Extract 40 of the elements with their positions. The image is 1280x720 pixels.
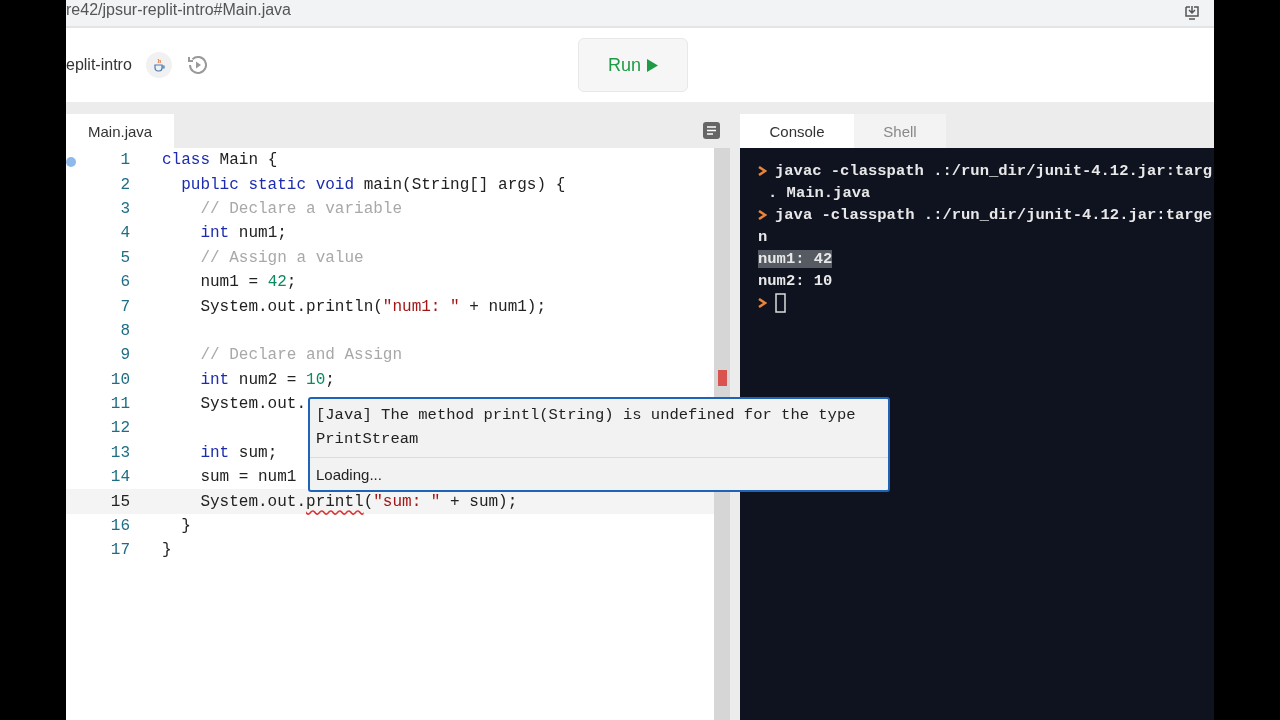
code-line: System.out.println("num1: " + num1); xyxy=(199,297,547,316)
error-message: [Java] The method printl(String) is undefined for the type PrintStream xyxy=(310,399,888,458)
code-line: int sum; xyxy=(199,443,278,462)
code-line: int num2 = 10; xyxy=(199,370,335,389)
code-line: // Declare and Assign xyxy=(199,346,403,365)
code-line: } xyxy=(161,541,172,560)
console-command: java -classpath .:/run_dir/junit-4.12.jar:targe xyxy=(775,206,1213,224)
line-number: 2 xyxy=(120,175,130,194)
line-number: 14 xyxy=(110,468,130,487)
line-number: 4 xyxy=(120,224,130,243)
code-line: } xyxy=(180,517,191,536)
code-line: class Main { xyxy=(161,151,278,170)
line-number: 13 xyxy=(110,443,130,462)
code-line: System.out. xyxy=(199,395,307,414)
code-line: num1 = 42; xyxy=(199,273,297,292)
line-number: 8 xyxy=(120,321,130,340)
line-number: 7 xyxy=(120,297,130,316)
code-line: System.out.printl("sum: " + sum); xyxy=(199,492,518,511)
line-number: 6 xyxy=(120,273,130,292)
code-line: // Assign a value xyxy=(199,248,364,267)
line-number: 1 xyxy=(120,151,130,170)
line-number: 17 xyxy=(110,541,130,560)
code-line: sum = num1 xyxy=(199,468,297,487)
line-number: 15 xyxy=(110,492,130,511)
console-output: num2: 10 xyxy=(758,272,833,290)
console-text: . Main.java xyxy=(767,184,871,202)
console-command: javac -classpath .:/run_dir/junit-4.12.jar:targ xyxy=(775,162,1213,180)
console-output: n xyxy=(758,228,768,246)
code-line: public static void main(String[] args) { xyxy=(180,175,566,194)
line-number: 11 xyxy=(110,395,130,414)
line-number: 12 xyxy=(110,419,130,438)
loading-text: Loading... xyxy=(315,465,383,485)
line-number: 10 xyxy=(110,370,130,389)
code-line: int num1; xyxy=(199,224,287,243)
line-number: 5 xyxy=(120,248,130,267)
line-number: 16 xyxy=(110,517,130,536)
console-output: num1: 42 xyxy=(758,250,833,268)
line-number: 3 xyxy=(120,199,130,218)
line-number: 9 xyxy=(120,346,130,365)
code-line: // Declare a variable xyxy=(199,199,403,218)
